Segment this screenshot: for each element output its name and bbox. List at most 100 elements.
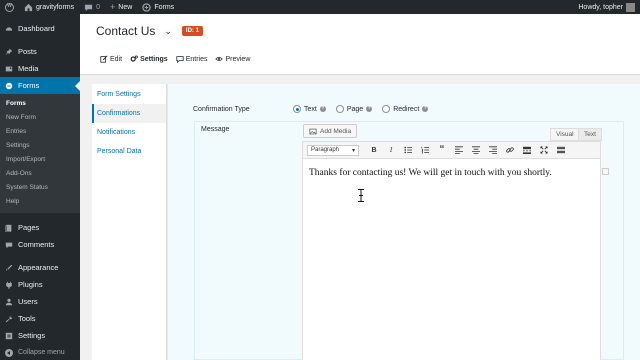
forms-label: Forms (154, 3, 175, 11)
menu-dashboard[interactable]: Dashboard (0, 20, 80, 37)
collapse-menu-button[interactable]: Collapse menu (0, 344, 80, 360)
chevron-down-icon[interactable]: ⌄ (164, 26, 172, 37)
submenu-import-export[interactable]: Import/Export (0, 153, 80, 167)
align-left-button[interactable] (451, 144, 467, 156)
menu-posts[interactable]: Posts (0, 43, 80, 60)
plugin-icon (6, 281, 12, 289)
menu-settings[interactable]: Settings (0, 327, 80, 344)
comments-count: 0 (96, 3, 101, 11)
text-tab[interactable]: Text (578, 128, 602, 141)
nav-personal-data[interactable]: Personal Data (92, 142, 166, 161)
numbered-list-button[interactable] (417, 144, 433, 156)
menu-tools[interactable]: Tools (0, 310, 80, 327)
home-icon (24, 3, 33, 11)
kitchen-sink-icon (557, 146, 565, 154)
comment-bubble-icon (85, 4, 93, 11)
align-left-icon (455, 146, 463, 154)
add-media-label: Add Media (320, 127, 352, 135)
menu-pages[interactable]: Pages (0, 219, 80, 236)
visual-tab[interactable]: Visual (550, 128, 580, 141)
fullscreen-button[interactable] (536, 144, 552, 156)
menu-forms[interactable]: Forms (0, 77, 80, 94)
format-select-value: Paragraph (311, 147, 340, 153)
menu-plugins[interactable]: Plugins (0, 276, 80, 293)
menu-label: Appearance (18, 263, 59, 272)
wordpress-icon (5, 2, 14, 12)
entries-label: Entries (185, 55, 208, 63)
menu-users[interactable]: Users (0, 293, 80, 310)
menu-label: Pages (18, 223, 40, 232)
message-label: Message (201, 126, 230, 133)
radio-button[interactable] (335, 105, 344, 113)
format-select[interactable]: Paragraph ▾ (307, 144, 359, 156)
form-toolbar: Edit Settings Entries Preview (100, 55, 250, 63)
radio-label: Text (304, 105, 317, 113)
menu-label: Comments (18, 240, 55, 249)
toolbar-toggle-button[interactable] (553, 144, 569, 156)
link-icon (506, 147, 514, 153)
add-media-button[interactable]: Add Media (303, 124, 358, 138)
confirmation-type-radios: Text Page Redirect (293, 105, 429, 113)
message-text[interactable]: Thanks for contacting us! We will get in… (309, 168, 552, 178)
bold-button[interactable]: B (366, 144, 382, 156)
gravity-forms-icon (142, 2, 151, 12)
blockquote-button[interactable]: “ (434, 144, 450, 156)
radio-text[interactable]: Text (293, 105, 326, 113)
radio-button[interactable] (382, 105, 391, 113)
menu-label: Plugins (18, 280, 43, 289)
admin-sidebar: Dashboard Posts Media Forms Forms New Fo… (0, 14, 80, 360)
comments-link[interactable]: 0 (79, 0, 105, 14)
radio-button[interactable] (293, 105, 301, 113)
pages-icon (5, 224, 12, 232)
menu-comments[interactable]: Comments (0, 236, 80, 253)
preview-link[interactable]: Preview (215, 55, 250, 63)
edit-link[interactable]: Edit (100, 55, 122, 63)
caret-down-icon: ▾ (351, 147, 355, 154)
account-menu[interactable]: Howdy, topher (573, 0, 640, 14)
entries-link[interactable]: Entries (176, 55, 208, 63)
settings-link[interactable]: Settings (130, 55, 168, 63)
nav-notifications[interactable]: Notifications (92, 123, 166, 142)
plus-icon: + (110, 1, 116, 12)
align-right-button[interactable] (485, 144, 501, 156)
forms-toolbar-link[interactable]: Forms (137, 0, 179, 14)
italic-button[interactable]: I (383, 144, 399, 156)
preview-label: Preview (225, 55, 251, 63)
brush-icon (5, 264, 13, 271)
radio-page[interactable]: Page (335, 105, 373, 113)
help-icon[interactable] (422, 105, 429, 112)
nav-confirmations[interactable]: Confirmations (92, 104, 166, 123)
align-center-button[interactable] (468, 144, 484, 156)
bold-icon: B (371, 146, 377, 154)
nav-form-settings[interactable]: Form Settings (92, 85, 166, 104)
submenu-forms[interactable]: Forms (0, 97, 80, 111)
align-center-icon (472, 146, 480, 154)
add-media-icon (309, 128, 317, 134)
help-icon[interactable] (319, 105, 326, 112)
editor-toolbar: Paragraph ▾ B I “ (303, 142, 600, 159)
help-icon[interactable] (366, 105, 373, 112)
submenu-add-ons[interactable]: Add-Ons (0, 167, 80, 181)
submenu-new-form[interactable]: New Form (0, 111, 80, 125)
form-title-row: Contact Us ⌄ ID: 1 (96, 24, 203, 38)
link-button[interactable] (502, 144, 518, 156)
wp-logo-button[interactable] (0, 0, 19, 14)
read-more-icon (523, 146, 531, 154)
bullet-list-button[interactable] (400, 144, 416, 156)
submenu-help[interactable]: Help (0, 195, 80, 209)
menu-media[interactable]: Media (0, 60, 80, 77)
submenu-entries[interactable]: Entries (0, 125, 80, 139)
radio-redirect[interactable]: Redirect (382, 105, 429, 113)
site-name-link[interactable]: gravityforms (19, 0, 79, 14)
gears-icon (130, 55, 138, 62)
form-id-badge: ID: 1 (181, 26, 203, 36)
text-cursor-icon (358, 189, 364, 202)
form-title: Contact Us (96, 24, 156, 38)
menu-appearance[interactable]: Appearance (0, 259, 80, 276)
submenu-system-status[interactable]: System Status (0, 181, 80, 195)
new-content-link[interactable]: + New (105, 0, 137, 14)
merge-tags-button[interactable] (602, 168, 609, 175)
admin-bar: gravityforms 0 + New Forms Howdy, topher (0, 0, 640, 14)
read-more-button[interactable] (519, 144, 535, 156)
submenu-settings[interactable]: Settings (0, 139, 80, 153)
